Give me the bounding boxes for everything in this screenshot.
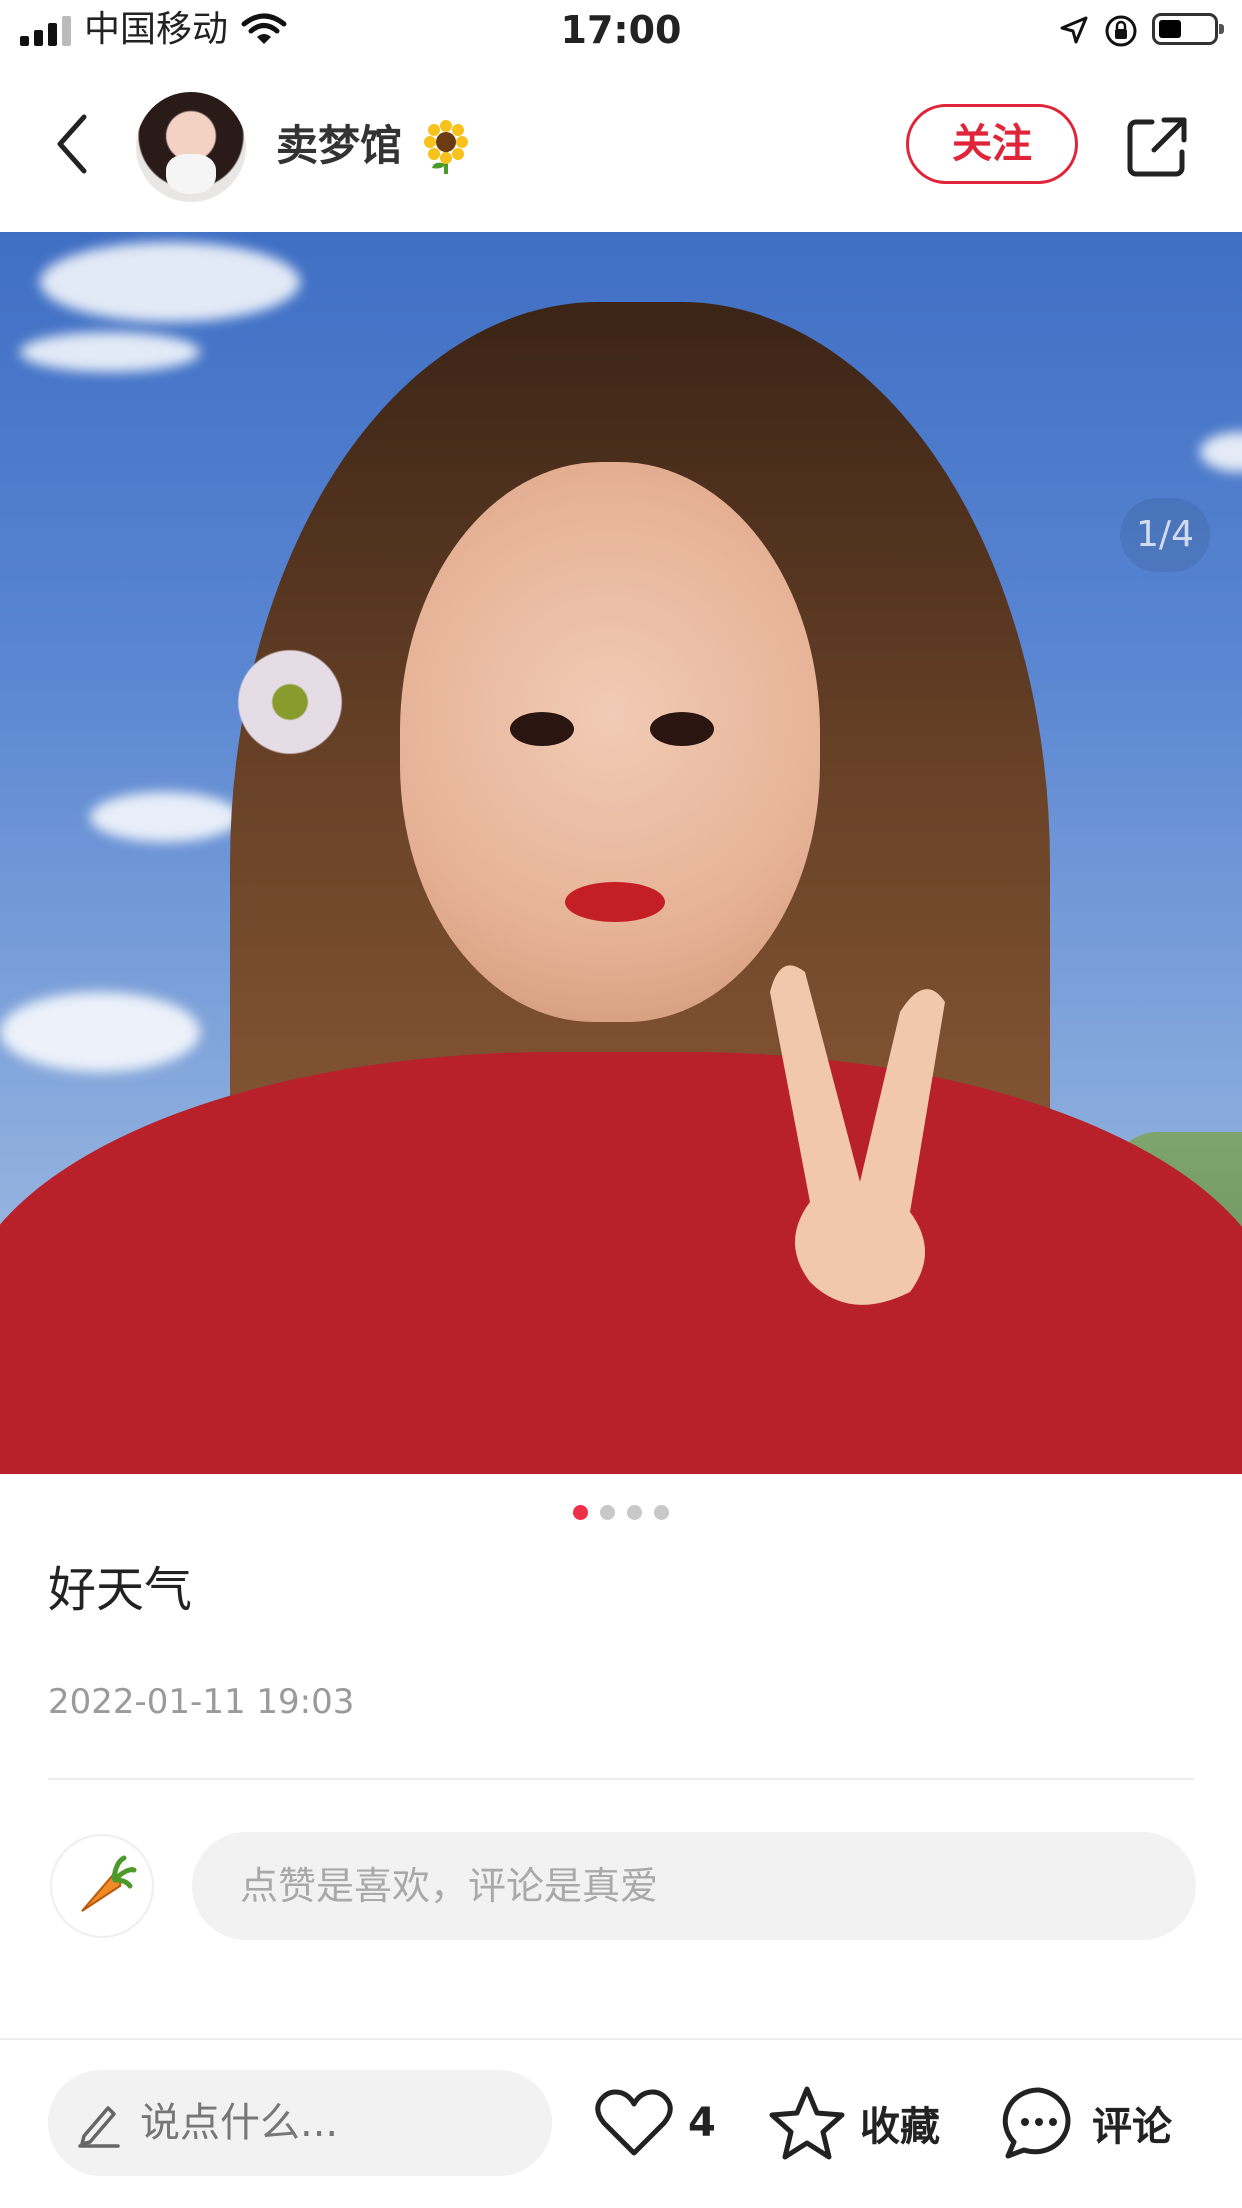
user-avatar[interactable]	[50, 1834, 154, 1938]
carousel-indicator	[0, 1505, 1242, 1521]
star-icon	[769, 2086, 845, 2160]
carousel-dot[interactable]	[654, 1505, 669, 1520]
username[interactable]: 卖梦馆	[276, 116, 402, 176]
comment-input[interactable]: 点赞是喜欢，评论是真爱	[192, 1832, 1196, 1940]
cloud-shape	[90, 792, 240, 842]
carrot-icon	[81, 1855, 137, 1912]
carousel-dot[interactable]	[600, 1505, 615, 1520]
comment-button[interactable]: 评论	[1000, 2080, 1172, 2166]
comment-label: 评论	[1092, 2104, 1172, 2150]
like-count: 4	[688, 2100, 716, 2146]
post-timestamp: 2022-01-11 19:03	[48, 1682, 355, 1722]
cloud-shape	[1200, 432, 1242, 472]
cloud-shape	[0, 992, 200, 1072]
back-icon[interactable]	[48, 109, 98, 179]
pen-icon	[78, 2106, 120, 2148]
cloud-shape	[40, 242, 300, 322]
post-header: 卖梦馆 关注	[0, 64, 1242, 232]
chat-bubble-icon	[1002, 2087, 1071, 2159]
location-arrow-icon	[1060, 16, 1088, 44]
cloud-shape	[20, 332, 200, 372]
status-bar: 中国移动 17:00	[0, 0, 1242, 64]
peace-sign-hand	[770, 965, 945, 1305]
favorite-label: 收藏	[860, 2104, 940, 2150]
avatar[interactable]	[136, 92, 246, 202]
carousel-dot-active[interactable]	[573, 1505, 588, 1520]
say-something-placeholder: 说点什么...	[140, 2100, 339, 2146]
face-shape	[400, 462, 820, 1022]
hair-flower-shape	[230, 642, 350, 762]
heart-icon	[595, 2089, 673, 2156]
follow-button[interactable]: 关注	[906, 104, 1078, 184]
divider	[0, 2038, 1242, 2040]
sunflower-icon	[424, 120, 468, 174]
post-caption: 好天气	[48, 1562, 193, 1618]
divider	[48, 1778, 1194, 1780]
carousel-dot[interactable]	[627, 1505, 642, 1520]
red-shirt-shape	[0, 1052, 1242, 1474]
status-time: 17:00	[560, 8, 682, 52]
say-something-input[interactable]: 说点什么...	[48, 2070, 552, 2176]
like-button[interactable]: 4	[594, 2080, 716, 2166]
rotation-lock-icon	[1105, 15, 1137, 47]
share-icon[interactable]	[1124, 114, 1190, 180]
post-image[interactable]: 1/4	[0, 232, 1242, 1474]
favorite-button[interactable]: 收藏	[768, 2080, 940, 2166]
image-page-counter: 1/4	[1120, 498, 1210, 572]
battery-icon	[1152, 13, 1224, 45]
